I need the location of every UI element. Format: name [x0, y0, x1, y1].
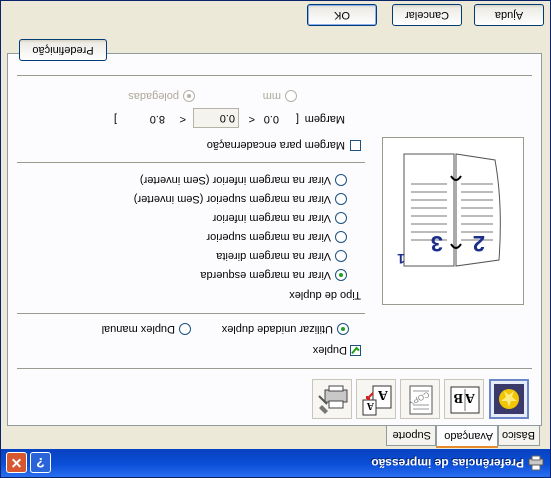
help-button[interactable]: Ajuda: [474, 4, 544, 26]
question-mark-icon: ?: [36, 455, 45, 471]
radio-type-2[interactable]: [335, 231, 347, 243]
radio-type-5[interactable]: [335, 174, 347, 186]
print-quality-icon: [494, 384, 524, 414]
help-button-label: Ajuda: [494, 9, 524, 21]
tab-avancado[interactable]: Avançado: [436, 425, 498, 448]
duplex-preview: 2 3 1: [382, 137, 524, 305]
svg-text:A: A: [366, 400, 374, 411]
radio-unit-inches-label: polegadas: [128, 90, 179, 102]
radio-manual-duplex[interactable]: [179, 323, 191, 335]
radio-type-3-label: Virar na margem inferior: [212, 212, 331, 224]
separator: [17, 313, 365, 314]
margin-input[interactable]: 0.0: [193, 108, 239, 128]
ok-button[interactable]: OK: [307, 4, 377, 26]
radio-type-0[interactable]: [335, 269, 347, 281]
radio-unit-mm-label: mm: [262, 90, 281, 102]
tab-label: Avançado: [444, 430, 493, 442]
check-mark-icon: [351, 346, 360, 355]
margin-label: Margem: [304, 113, 345, 125]
margin-max-value: 8.0: [149, 113, 165, 125]
margin-bracket-open: [: [295, 113, 299, 125]
radio-type-1[interactable]: [335, 250, 347, 262]
page-number-left: 2: [473, 231, 485, 256]
a-scaling-icon: A A: [362, 385, 392, 416]
window-title: Preferências de impressão: [371, 456, 524, 470]
copy-watermark-icon: COPY: [406, 385, 433, 415]
margin-bracket-close: ]: [113, 113, 117, 125]
separator: [17, 75, 532, 76]
duplex-label: Duplex: [312, 344, 347, 356]
tab-label: Básico: [501, 429, 535, 441]
icon-tab-quality[interactable]: [489, 379, 529, 419]
icon-tab-scaling[interactable]: A A: [356, 379, 396, 419]
cancel-button[interactable]: Cancelar: [392, 4, 462, 26]
print-preferences-window: Preferências de impressão ? ✕ Básico Ava…: [0, 0, 551, 478]
margin-min-value: 0.0: [263, 113, 279, 125]
page-number-back: 1: [397, 251, 405, 267]
radio-type-5-label: Virar na margem inferior (Sem inverter): [139, 174, 331, 186]
tab-basico[interactable]: Básico: [498, 426, 540, 446]
radio-type-4[interactable]: [335, 193, 347, 205]
radio-type-0-label: Virar na margem esquerda: [200, 269, 331, 281]
radio-type-1-label: Virar na margem direita: [216, 250, 331, 262]
icon-tab-watermark[interactable]: COPY: [400, 379, 440, 419]
separator: [17, 162, 365, 163]
radio-unit-mm[interactable]: [285, 90, 297, 102]
tab-label: Suporte: [392, 429, 431, 441]
radio-unit-inches[interactable]: [183, 90, 195, 102]
tab-suporte[interactable]: Suporte: [386, 426, 436, 446]
radio-manual-duplex-label: Duplex manual: [101, 323, 175, 335]
margin-less-than-2: <: [179, 113, 186, 125]
duplex-checkbox[interactable]: [350, 345, 361, 356]
margin-input-value: 0.0: [219, 112, 235, 124]
title-bar: Preferências de impressão ? ✕: [1, 449, 550, 477]
printer-title-icon: [528, 455, 544, 471]
radio-type-2-label: Virar na margem superior: [206, 231, 331, 243]
binding-margin-checkbox[interactable]: [350, 140, 361, 151]
advanced-panel: A B COPY A A Duplex Utilizar unidade dup…: [7, 39, 542, 426]
ok-button-label: OK: [334, 9, 350, 21]
icon-tab-settings[interactable]: [312, 379, 352, 419]
svg-text:A: A: [377, 387, 388, 402]
radio-duplex-unit[interactable]: [337, 323, 349, 335]
close-button[interactable]: ✕: [6, 452, 27, 473]
default-button-label: Predefinição: [32, 44, 94, 56]
separator: [17, 368, 532, 369]
help-title-button[interactable]: ?: [30, 452, 51, 473]
margin-less-than: <: [248, 113, 255, 125]
svg-text:A: A: [464, 390, 475, 405]
default-button[interactable]: Predefinição: [19, 39, 107, 61]
radio-type-3[interactable]: [335, 212, 347, 224]
radio-type-4-label: Virar na margem superior (Sem inverter): [133, 193, 331, 205]
icon-tab-ab[interactable]: A B: [444, 379, 484, 419]
binding-margin-label: Margem para encadernação: [206, 139, 345, 151]
cancel-button-label: Cancelar: [404, 9, 450, 21]
printer-settings-icon: [318, 385, 348, 414]
duplex-type-label: Tipo de duplex: [289, 289, 361, 301]
book-preview-icon: 2 3 1: [397, 153, 501, 267]
page-number-right: 3: [431, 231, 443, 256]
ab-text-icon: A B: [450, 386, 480, 414]
svg-text:B: B: [454, 390, 463, 405]
close-icon: ✕: [10, 455, 23, 471]
radio-duplex-unit-label: Utilizar unidade duplex: [221, 323, 333, 335]
